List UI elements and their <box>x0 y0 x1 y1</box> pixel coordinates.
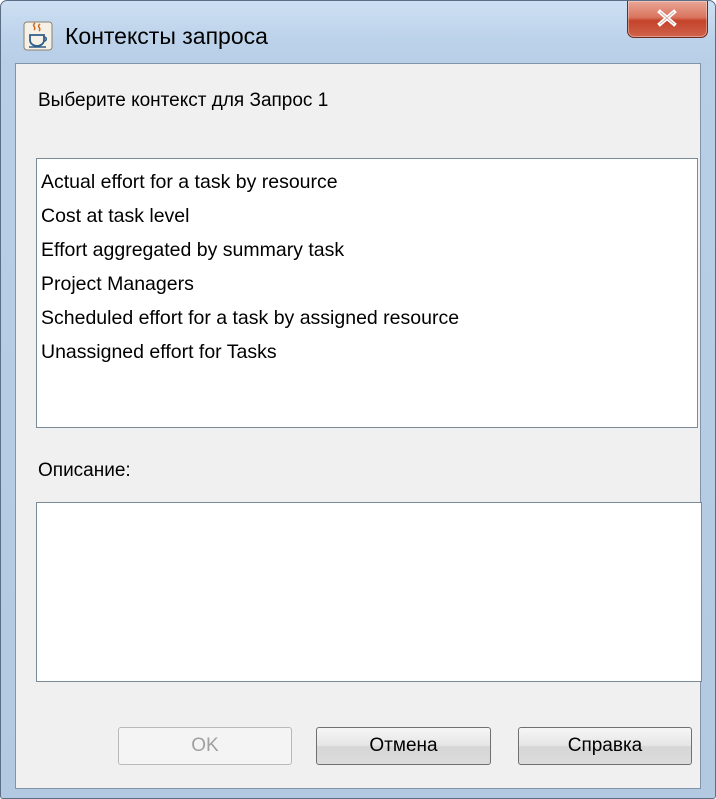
help-button[interactable]: Справка <box>518 727 692 765</box>
ok-button[interactable]: OK <box>118 727 292 765</box>
list-item[interactable]: Unassigned effort for Tasks <box>37 335 697 369</box>
dialog-window: Контексты запроса Выберите контекст для … <box>0 0 716 799</box>
description-label: Описание: <box>38 460 131 481</box>
close-icon <box>657 9 677 27</box>
description-box[interactable] <box>36 502 702 682</box>
window-title: Контексты запроса <box>65 23 268 49</box>
close-button[interactable] <box>627 1 708 38</box>
dialog-content: Выберите контекст для Запрос 1 Actual ef… <box>15 63 702 789</box>
list-item[interactable]: Effort aggregated by summary task <box>37 233 697 267</box>
list-item[interactable]: Actual effort for a task by resource <box>37 165 697 199</box>
prompt-label: Выберите контекст для Запрос 1 <box>38 90 329 111</box>
list-item[interactable]: Cost at task level <box>37 199 697 233</box>
cancel-button[interactable]: Отмена <box>316 727 491 765</box>
java-icon <box>23 21 53 51</box>
context-list[interactable]: Actual effort for a task by resource Cos… <box>36 158 698 428</box>
list-item[interactable]: Scheduled effort for a task by assigned … <box>37 301 697 335</box>
list-item[interactable]: Project Managers <box>37 267 697 301</box>
title-bar[interactable]: Контексты запроса <box>1 1 715 63</box>
